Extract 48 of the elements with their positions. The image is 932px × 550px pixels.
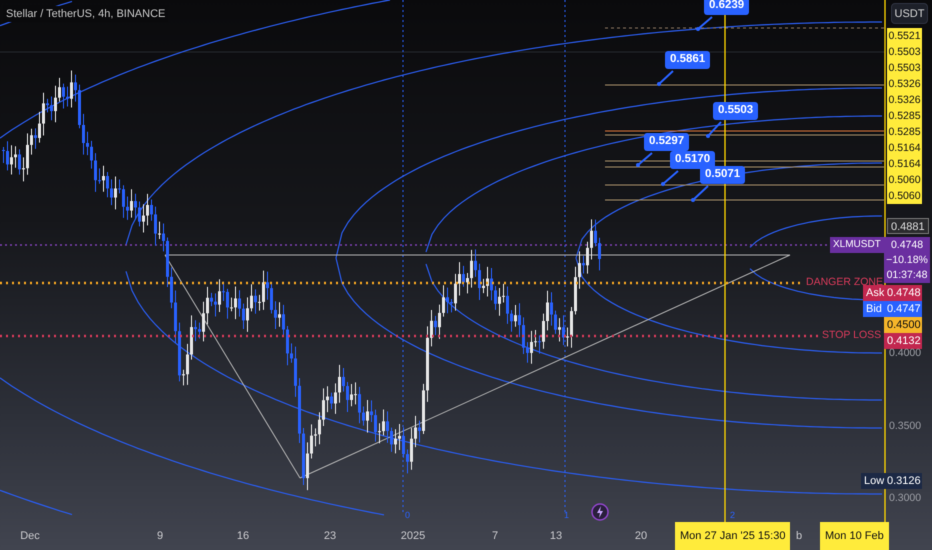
price-label: 0.5164	[887, 157, 922, 172]
price-label: 0.5164	[887, 141, 922, 156]
axis-tick: 0.4000	[889, 348, 922, 358]
time-tick: 7	[492, 531, 498, 542]
level-label: DANGER ZONE	[806, 277, 884, 288]
axis-tick: 0.3500	[889, 421, 922, 432]
price-callout: 0.5297	[644, 133, 690, 150]
price-callout: 0.5170	[670, 151, 716, 168]
time-tick: 16	[236, 531, 250, 542]
price-label: 0.5326	[887, 93, 922, 108]
cycle-marker: 1	[564, 511, 570, 520]
price-tag: 0.4500	[884, 317, 922, 333]
time-tick: 20	[634, 531, 648, 542]
price-tag: 0.4747	[884, 301, 922, 317]
price-text: 0.4748	[890, 238, 924, 251]
low-price-tag: 0.3126	[884, 473, 922, 489]
price-label: 0.5285	[887, 109, 922, 124]
price-label: 0.5060	[887, 189, 922, 204]
time-tick: 13	[550, 531, 562, 542]
symbol-label: XLMUSDT	[830, 237, 884, 253]
time-tick: 2025	[400, 531, 426, 542]
price-label: 0.5503	[887, 61, 922, 76]
level-label: STOP LOSS	[822, 330, 882, 340]
price-label: 0.5060	[887, 173, 922, 188]
price-label: 0.4881	[887, 218, 929, 234]
price-callout: 0.5503	[713, 102, 758, 120]
price-label: 0.5521	[887, 29, 922, 44]
price-callout: 0.5861	[665, 51, 710, 68]
cycle-marker: 0	[405, 511, 410, 520]
price-label: 0.5285	[887, 125, 922, 140]
currency-button[interactable]: USDT	[891, 3, 928, 24]
time-tick: Dec	[20, 531, 40, 542]
price-callout: 0.5071	[700, 166, 746, 184]
price-label: 0.5326	[887, 77, 922, 92]
price-label: 0.5503	[887, 45, 922, 60]
quote-label: Bid	[863, 301, 885, 317]
time-tick: 9	[156, 531, 164, 542]
change-text: −10.18%	[886, 254, 928, 266]
cursor-time-label: Mon 27 Jan '25 15:30	[675, 522, 790, 550]
price-tag: 0.4132	[884, 333, 922, 349]
cursor-time-label: Mon 10 Feb	[820, 522, 889, 550]
time-tick: 23	[324, 531, 336, 542]
price-callout: 0.6239	[704, 0, 750, 14]
price-tag: 0.4748	[884, 285, 922, 301]
cycle-marker: 2	[730, 511, 736, 520]
axis-tick: 0.3000	[889, 493, 922, 504]
countdown-text: 01:37:48	[886, 269, 928, 282]
time-tick: b	[796, 531, 802, 542]
